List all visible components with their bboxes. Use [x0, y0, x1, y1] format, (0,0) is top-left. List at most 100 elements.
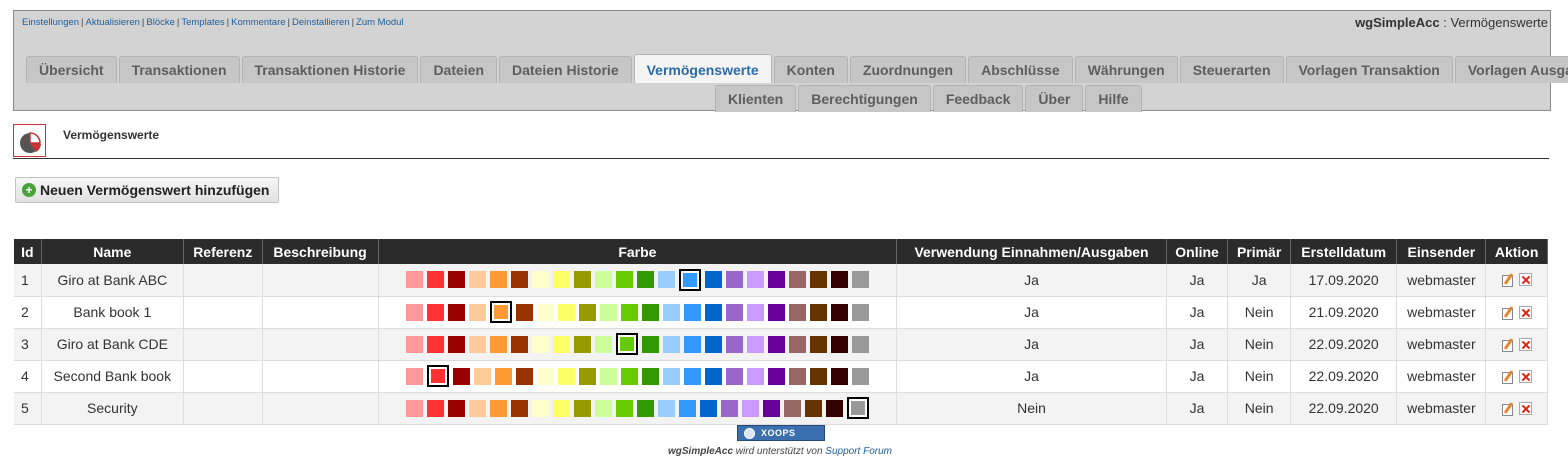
color-swatch[interactable]: [510, 271, 528, 289]
admin-link[interactable]: Blöcke: [146, 17, 175, 28]
admin-link[interactable]: Einstellungen: [22, 17, 79, 28]
color-swatch[interactable]: [741, 399, 759, 417]
tab[interactable]: Transaktionen: [118, 56, 240, 83]
color-swatch[interactable]: [762, 399, 780, 417]
color-swatch[interactable]: [405, 399, 423, 417]
color-swatch[interactable]: [594, 271, 612, 289]
color-swatch[interactable]: [557, 367, 575, 385]
color-swatch[interactable]: [725, 335, 743, 353]
color-swatch-selected[interactable]: [489, 301, 512, 323]
add-asset-button[interactable]: + Neuen Vermögenswert hinzufügen: [15, 177, 280, 203]
color-swatch[interactable]: [683, 367, 701, 385]
admin-link[interactable]: Templates: [181, 17, 224, 28]
color-swatch[interactable]: [636, 399, 654, 417]
color-swatch[interactable]: [468, 271, 486, 289]
color-swatch[interactable]: [746, 303, 764, 321]
color-swatch[interactable]: [767, 335, 785, 353]
color-swatch[interactable]: [804, 399, 822, 417]
tab[interactable]: Über: [1025, 85, 1084, 112]
delete-icon[interactable]: [1519, 369, 1533, 383]
color-swatch[interactable]: [531, 271, 549, 289]
tab[interactable]: Feedback: [932, 85, 1024, 112]
color-swatch[interactable]: [468, 335, 486, 353]
color-swatch[interactable]: [825, 399, 843, 417]
color-swatch[interactable]: [830, 303, 848, 321]
color-swatch[interactable]: [657, 399, 675, 417]
color-swatch[interactable]: [788, 367, 806, 385]
color-swatch[interactable]: [636, 271, 654, 289]
color-swatch[interactable]: [552, 271, 570, 289]
color-swatch[interactable]: [531, 399, 549, 417]
color-swatch[interactable]: [641, 303, 659, 321]
color-swatch[interactable]: [678, 399, 696, 417]
color-swatch[interactable]: [851, 335, 869, 353]
tab[interactable]: Vermögenswerte: [633, 54, 772, 83]
delete-icon[interactable]: [1519, 337, 1533, 351]
tab[interactable]: Übersicht: [26, 56, 117, 83]
color-swatch[interactable]: [788, 335, 806, 353]
color-swatch[interactable]: [405, 303, 423, 321]
tab[interactable]: Steuerarten: [1179, 56, 1284, 83]
color-swatch[interactable]: [851, 271, 869, 289]
color-swatch[interactable]: [830, 271, 848, 289]
color-swatch[interactable]: [447, 399, 465, 417]
color-swatch[interactable]: [536, 303, 554, 321]
edit-icon[interactable]: [1501, 338, 1514, 352]
color-swatch[interactable]: [515, 367, 533, 385]
color-swatch[interactable]: [657, 271, 675, 289]
admin-link[interactable]: Aktualisieren: [86, 17, 140, 28]
xoops-badge[interactable]: XOOPS: [737, 425, 825, 441]
color-swatch[interactable]: [557, 303, 575, 321]
color-swatch[interactable]: [830, 335, 848, 353]
color-swatch[interactable]: [515, 303, 533, 321]
color-swatch[interactable]: [683, 335, 701, 353]
color-swatch[interactable]: [662, 303, 680, 321]
color-swatch-selected[interactable]: [615, 333, 638, 355]
color-swatch[interactable]: [641, 367, 659, 385]
color-swatch[interactable]: [767, 367, 785, 385]
color-swatch[interactable]: [788, 303, 806, 321]
color-swatch[interactable]: [704, 335, 722, 353]
color-swatch[interactable]: [426, 303, 444, 321]
color-swatch[interactable]: [615, 271, 633, 289]
color-swatch[interactable]: [704, 271, 722, 289]
color-swatch[interactable]: [851, 367, 869, 385]
tab[interactable]: Konten: [773, 56, 848, 83]
color-swatch[interactable]: [767, 303, 785, 321]
color-swatch-selected[interactable]: [846, 397, 869, 419]
color-swatch[interactable]: [426, 399, 444, 417]
admin-link[interactable]: Kommentare: [231, 17, 285, 28]
color-swatch[interactable]: [767, 271, 785, 289]
color-swatch[interactable]: [746, 335, 764, 353]
color-swatch[interactable]: [594, 335, 612, 353]
color-swatch[interactable]: [468, 303, 486, 321]
color-swatch[interactable]: [809, 303, 827, 321]
color-swatch[interactable]: [552, 399, 570, 417]
color-swatch[interactable]: [494, 367, 512, 385]
color-swatch[interactable]: [489, 399, 507, 417]
color-swatch[interactable]: [725, 303, 743, 321]
color-swatch[interactable]: [447, 335, 465, 353]
color-swatch[interactable]: [615, 399, 633, 417]
color-swatch[interactable]: [620, 303, 638, 321]
color-swatch[interactable]: [699, 399, 717, 417]
color-swatch[interactable]: [578, 303, 596, 321]
color-swatch[interactable]: [468, 399, 486, 417]
color-swatch[interactable]: [531, 335, 549, 353]
color-swatch[interactable]: [405, 271, 423, 289]
color-swatch[interactable]: [851, 303, 869, 321]
color-swatch[interactable]: [662, 335, 680, 353]
color-swatch[interactable]: [447, 271, 465, 289]
tab[interactable]: Dateien: [420, 56, 498, 83]
delete-icon[interactable]: [1519, 305, 1533, 319]
delete-icon[interactable]: [1519, 401, 1533, 415]
color-swatch[interactable]: [620, 367, 638, 385]
color-swatch[interactable]: [746, 367, 764, 385]
color-swatch[interactable]: [720, 399, 738, 417]
color-swatch[interactable]: [536, 367, 554, 385]
color-swatch[interactable]: [452, 367, 470, 385]
tab[interactable]: Währungen: [1074, 56, 1178, 83]
color-swatch[interactable]: [510, 399, 528, 417]
edit-icon[interactable]: [1501, 402, 1514, 416]
color-swatch[interactable]: [405, 335, 423, 353]
